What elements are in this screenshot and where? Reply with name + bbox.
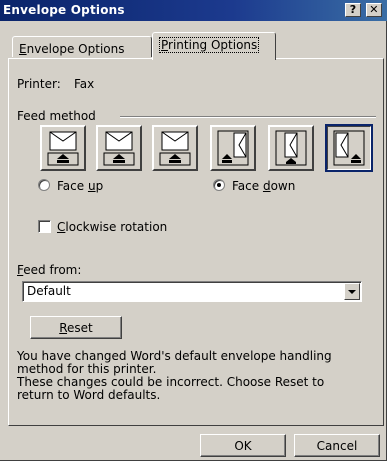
feed-from-dropdown-button[interactable]: [344, 283, 360, 300]
feed-option-5[interactable]: [268, 125, 314, 171]
feed-option-6[interactable]: [325, 124, 373, 172]
cancel-button[interactable]: Cancel: [294, 434, 380, 457]
feed-option-4[interactable]: [210, 125, 256, 171]
feed-method-label: Feed method: [17, 109, 96, 123]
face-up-label[interactable]: Face up: [57, 179, 103, 193]
feed-option-1[interactable]: [40, 125, 86, 171]
tab-printing-options[interactable]: Printing Options: [152, 32, 276, 60]
printer-label: Printer:: [17, 77, 61, 91]
envelope-feed-icon: [47, 131, 79, 166]
feed-option-3[interactable]: [152, 125, 198, 171]
tab-envelope-options[interactable]: Envelope Options: [12, 36, 152, 57]
envelope-feed-icon: [103, 131, 135, 166]
envelope-options-dialog: Envelope Options ? ✕ Envelope Options Pr…: [0, 0, 387, 461]
envelope-feed-icon: [333, 130, 365, 166]
feed-from-select[interactable]: Default: [22, 281, 362, 302]
help-button[interactable]: ?: [345, 3, 361, 17]
envelope-feed-icon: [217, 130, 249, 166]
feed-option-2[interactable]: [96, 125, 142, 171]
clockwise-rotation-checkbox[interactable]: [38, 220, 51, 233]
face-down-label[interactable]: Face down: [232, 179, 295, 193]
close-icon: ✕: [369, 3, 379, 16]
tab-envelope-options-label: nvelope Options: [26, 42, 125, 56]
feed-method-divider: [120, 116, 376, 118]
envelope-feed-icon: [159, 131, 191, 166]
clockwise-rotation-label[interactable]: Clockwise rotation: [57, 220, 167, 234]
tab-envelope-options-hotkey: E: [19, 42, 27, 56]
warning-message: You have changed Word's default envelope…: [17, 350, 377, 402]
help-icon: ?: [349, 3, 357, 16]
reset-button[interactable]: Reset: [30, 316, 122, 339]
title-bar[interactable]: Envelope Options ? ✕: [0, 0, 387, 21]
face-down-radio[interactable]: [213, 179, 225, 191]
radio-selected-dot: [217, 183, 221, 187]
tab-printing-options-label: Printing Options: [159, 37, 260, 53]
ok-button[interactable]: OK: [200, 434, 286, 457]
envelope-feed-icon: [275, 130, 307, 166]
face-up-radio[interactable]: [38, 179, 50, 191]
printer-value: Fax: [74, 77, 95, 91]
feed-from-value: Default: [27, 284, 71, 298]
close-button[interactable]: ✕: [366, 3, 382, 17]
feed-from-label: Feed from:: [17, 263, 82, 277]
chevron-down-icon: [348, 290, 356, 294]
dialog-title: Envelope Options: [3, 3, 125, 17]
message-line-4: return to Word defaults.: [17, 388, 161, 402]
